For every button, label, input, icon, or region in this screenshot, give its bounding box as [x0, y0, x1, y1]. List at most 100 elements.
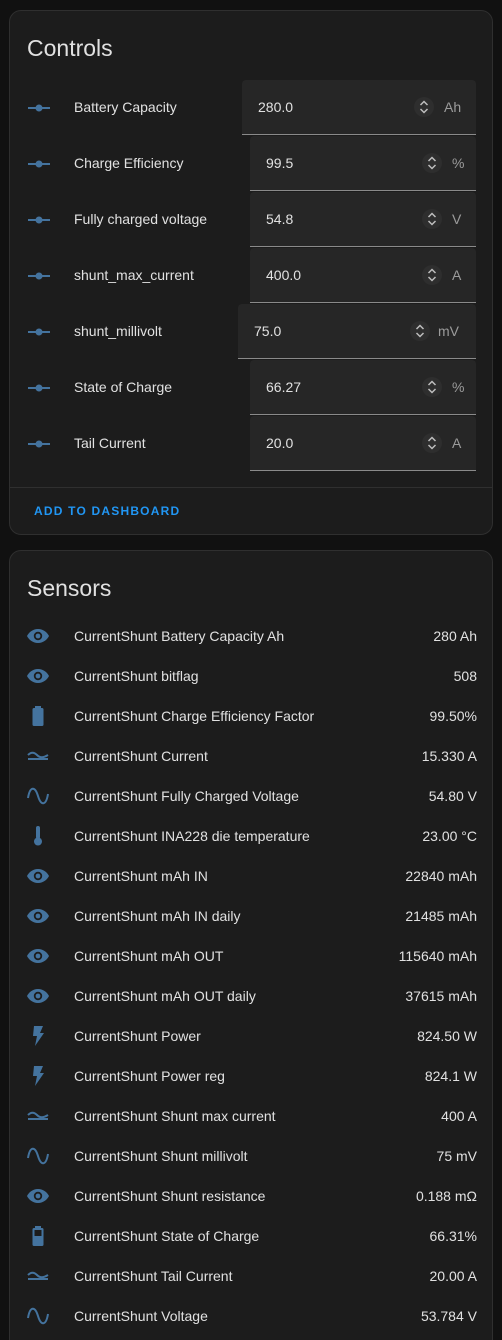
input-value: 20.0 [266, 435, 294, 451]
sensor-row[interactable]: CurrentShunt Fully Charged Voltage 54.80 … [10, 776, 492, 816]
card-divider [10, 487, 492, 488]
sensors-title: Sensors [27, 575, 112, 601]
sensor-label: CurrentShunt INA228 die temperature [74, 828, 310, 844]
sine-wave-icon [26, 1144, 50, 1168]
control-label: Charge Efficiency [74, 155, 184, 171]
stepper-icon[interactable] [414, 97, 434, 117]
stepper-icon[interactable] [410, 321, 430, 341]
input-unit: A [452, 435, 462, 451]
eye-icon [26, 624, 50, 648]
number-input[interactable]: 99.5% [250, 136, 476, 191]
sensor-row[interactable]: CurrentShunt Charge Efficiency Factor 99.… [10, 696, 492, 736]
sensor-value: 75 mV [436, 1148, 477, 1164]
number-input[interactable]: 54.8 V [250, 192, 476, 247]
sensors-card: Sensors CurrentShunt Battery Capacity Ah… [9, 550, 493, 1340]
sensor-row[interactable]: CurrentShunt Shunt resistance 0.188 mΩ [10, 1176, 492, 1216]
sensor-label: CurrentShunt mAh IN [74, 868, 208, 884]
sensor-label: CurrentShunt Shunt max current [74, 1108, 276, 1124]
sensor-value: 280 Ah [433, 628, 477, 644]
slider-icon [27, 380, 51, 396]
sensor-row[interactable]: CurrentShunt Battery Capacity Ah 280 Ah [10, 616, 492, 656]
sensor-row[interactable]: CurrentShunt INA228 die temperature 23.00… [10, 816, 492, 856]
thermometer-icon [26, 824, 50, 848]
stepper-icon[interactable] [422, 377, 442, 397]
sensor-row[interactable]: CurrentShunt Current 15.330 A [10, 736, 492, 776]
input-unit: V [452, 211, 462, 227]
number-input[interactable]: 280.0 Ah [242, 80, 476, 135]
sensor-row[interactable]: CurrentShunt bitflag 508 [10, 656, 492, 696]
eye-icon [26, 864, 50, 888]
slider-icon [27, 156, 51, 172]
number-input[interactable]: 66.27% [250, 360, 476, 415]
stepper-icon[interactable] [422, 265, 442, 285]
sensor-label: CurrentShunt Power reg [74, 1068, 225, 1084]
control-row: shunt_max_current 400.0 A [10, 248, 492, 304]
sensor-value: 53.784 V [420, 1308, 477, 1324]
sensor-row[interactable]: CurrentShunt Power 824.50 W [10, 1016, 492, 1056]
controls-title: Controls [27, 35, 113, 61]
control-label: shunt_millivolt [74, 323, 162, 339]
sensor-value: 400 A [441, 1108, 477, 1124]
add-to-dashboard-button[interactable]: ADD TO DASHBOARD [34, 504, 180, 518]
sensor-label: CurrentShunt State of Charge [74, 1228, 260, 1244]
sensor-row[interactable]: CurrentShunt Tail Current 20.00 A [10, 1256, 492, 1296]
control-label: Fully charged voltage [74, 211, 208, 227]
sensor-label: CurrentShunt Shunt millivolt [74, 1148, 248, 1164]
sensor-row[interactable]: CurrentShunt Shunt millivolt 75 mV [10, 1136, 492, 1176]
sensor-row[interactable]: CurrentShunt Shunt max current 400 A [10, 1096, 492, 1136]
slider-icon [27, 268, 51, 284]
sensor-label: CurrentShunt mAh OUT [74, 948, 224, 964]
sensor-label: CurrentShunt Shunt resistance [74, 1188, 266, 1204]
sine-wave-icon [26, 784, 50, 808]
eye-icon [26, 904, 50, 928]
stepper-icon[interactable] [422, 153, 442, 173]
sensor-row[interactable]: CurrentShunt mAh IN daily 21485 mAh [10, 896, 492, 936]
sensor-value: 15.330 A [421, 748, 477, 764]
sensor-row[interactable]: CurrentShunt mAh OUT 115640 mAh [10, 936, 492, 976]
battery-medium-icon [26, 1224, 50, 1248]
control-label: State of Charge [74, 379, 173, 395]
control-row: Fully charged voltage 54.8 V [10, 192, 492, 248]
sensor-row[interactable]: CurrentShunt mAh IN 22840 mAh [10, 856, 492, 896]
current-dc-icon [26, 1264, 50, 1288]
eye-icon [26, 1184, 50, 1208]
stepper-icon[interactable] [422, 209, 442, 229]
input-unit: % [452, 155, 465, 171]
sensor-label: CurrentShunt Battery Capacity Ah [74, 628, 285, 644]
sensor-value: 99.50% [429, 708, 477, 724]
sensor-row[interactable]: CurrentShunt State of Charge 66.31% [10, 1216, 492, 1256]
sensor-label: CurrentShunt bitflag [74, 668, 199, 684]
flash-icon [26, 1024, 50, 1048]
sensor-value: 66.31% [429, 1228, 477, 1244]
number-input[interactable]: 75.0 mV [238, 304, 476, 359]
slider-icon [27, 100, 51, 116]
sensor-label: CurrentShunt Tail Current [74, 1268, 233, 1284]
sensor-row[interactable]: CurrentShunt Power reg 824.1 W [10, 1056, 492, 1096]
number-input[interactable]: 400.0 A [250, 248, 476, 303]
control-label: shunt_max_current [74, 267, 194, 283]
input-value: 99.5 [266, 155, 294, 171]
number-input[interactable]: 20.0 A [250, 416, 476, 471]
sensor-row[interactable]: CurrentShunt mAh OUT daily 37615 mAh [10, 976, 492, 1016]
sensor-value: 115640 mAh [398, 948, 477, 964]
battery-icon [26, 704, 50, 728]
slider-icon [27, 212, 51, 228]
input-unit: Ah [444, 99, 462, 115]
stepper-icon[interactable] [422, 433, 442, 453]
sensor-value: 23.00 °C [422, 828, 477, 844]
input-unit: A [452, 267, 462, 283]
current-dc-icon [26, 744, 50, 768]
sensor-label: CurrentShunt mAh IN daily [74, 908, 241, 924]
sensor-label: CurrentShunt Charge Efficiency Factor [74, 708, 315, 724]
slider-icon [27, 436, 51, 452]
sensor-label: CurrentShunt Current [74, 748, 208, 764]
input-value: 54.8 [266, 211, 294, 227]
input-value: 400.0 [266, 267, 302, 283]
sine-wave-icon [26, 1304, 50, 1328]
sensor-value: 54.80 V [428, 788, 477, 804]
sensor-value: 37615 mAh [405, 988, 477, 1004]
control-label: Tail Current [74, 435, 146, 451]
input-value: 66.27 [266, 379, 302, 395]
sensor-label: CurrentShunt Fully Charged Voltage [74, 788, 299, 804]
sensor-row[interactable]: CurrentShunt Voltage 53.784 V [10, 1296, 492, 1336]
